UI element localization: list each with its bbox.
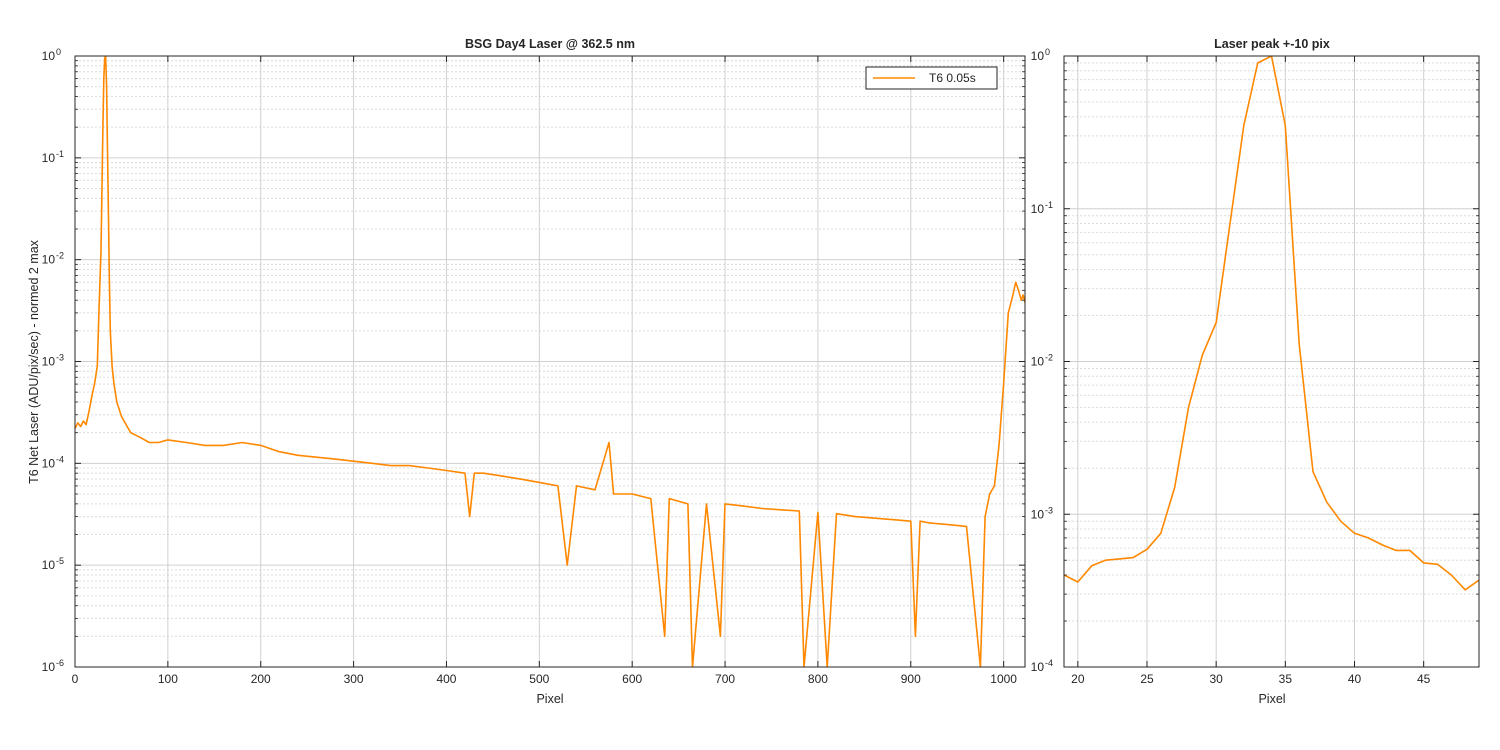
main-x-tick-label: 200 — [251, 672, 271, 686]
zoom-x-axis-label: Pixel — [1258, 692, 1285, 706]
main-x-tick-label: 900 — [901, 672, 921, 686]
main-y-axis-label: T6 Net Laser (ADU/pix/sec) - normed 2 ma… — [27, 239, 41, 484]
main-y-tick-label: 10 — [42, 151, 56, 165]
main-x-tick-label: 100 — [158, 672, 178, 686]
main-x-tick-label: 500 — [529, 672, 549, 686]
main-y-tick-label: 10 — [42, 355, 56, 369]
main-x-tick-label: 800 — [808, 672, 828, 686]
zoom-y-tick-exponent: -3 — [1045, 505, 1053, 515]
main-y-tick-exponent: -4 — [56, 454, 64, 464]
legend-entry: T6 0.05s — [929, 71, 976, 85]
main-x-tick-label: 600 — [622, 672, 642, 686]
zoom-chart: 10 -410 -310 -210 -110 020 25 30 35 40 45 Laser pe… — [1031, 37, 1480, 706]
zoom-x-tick-label: 20 — [1071, 672, 1085, 686]
zoom-x-tick-label: 25 — [1140, 672, 1154, 686]
zoom-y-tick-exponent: -1 — [1045, 200, 1053, 210]
zoom-y-tick-label: 10 — [1031, 202, 1045, 216]
zoom-grid — [1064, 55, 1479, 668]
main-x-tick-label: 400 — [436, 672, 456, 686]
main-y-tick-label: 10 — [42, 660, 56, 674]
zoom-y-tick-label: 10 — [1031, 507, 1045, 521]
main-y-tick-exponent: -3 — [56, 353, 64, 363]
main-y-tick-label: 10 — [42, 456, 56, 470]
main-y-tick-exponent: -5 — [56, 556, 64, 566]
main-chart-title: BSG Day4 Laser @ 362.5 nm — [465, 37, 635, 51]
main-y-tick-label: 10 — [42, 558, 56, 572]
zoom-x-tick-label: 35 — [1279, 672, 1293, 686]
zoom-y-tick-label: 10 — [1031, 355, 1045, 369]
main-x-tick-label: 0 — [72, 672, 79, 686]
zoom-y-tick-exponent: 0 — [1045, 47, 1050, 57]
main-y-tick-exponent: -6 — [56, 658, 64, 668]
zoom-x-tick-label: 45 — [1417, 672, 1431, 686]
main-y-tick-exponent: -2 — [56, 251, 64, 261]
zoom-x-tick-label: 30 — [1209, 672, 1223, 686]
zoom-y-tick-exponent: -4 — [1045, 658, 1053, 668]
main-chart: 10 -610 -510 -410 -310 -210 -110 00 100 200 300 400… — [27, 37, 1026, 706]
zoom-axes: 10 -410 -310 -210 -110 020 25 30 35 40 45 — [1031, 47, 1480, 686]
main-grid — [74, 55, 1025, 668]
main-x-tick-label: 300 — [344, 672, 364, 686]
zoom-y-tick-label: 10 — [1031, 49, 1045, 63]
zoom-x-tick-label: 40 — [1348, 672, 1362, 686]
main-x-tick-label: 700 — [715, 672, 735, 686]
main-x-axis-label: Pixel — [536, 692, 563, 706]
zoom-chart-title: Laser peak +-10 pix — [1214, 37, 1330, 51]
legend: T6 0.05s — [865, 66, 998, 90]
main-y-tick-label: 10 — [42, 253, 56, 267]
main-y-tick-label: 10 — [42, 49, 56, 63]
figure: 10 -610 -510 -410 -310 -210 -110 00 100 200 300 400… — [27, 37, 1480, 706]
main-x-tick-label: 1000 — [990, 672, 1017, 686]
main-y-tick-exponent: -1 — [56, 149, 64, 159]
main-axes: 10 -610 -510 -410 -310 -210 -110 00 100 200 300 400… — [42, 47, 1026, 686]
zoom-y-tick-label: 10 — [1031, 660, 1045, 674]
zoom-y-tick-exponent: -2 — [1045, 353, 1053, 363]
main-y-tick-exponent: 0 — [56, 47, 61, 57]
